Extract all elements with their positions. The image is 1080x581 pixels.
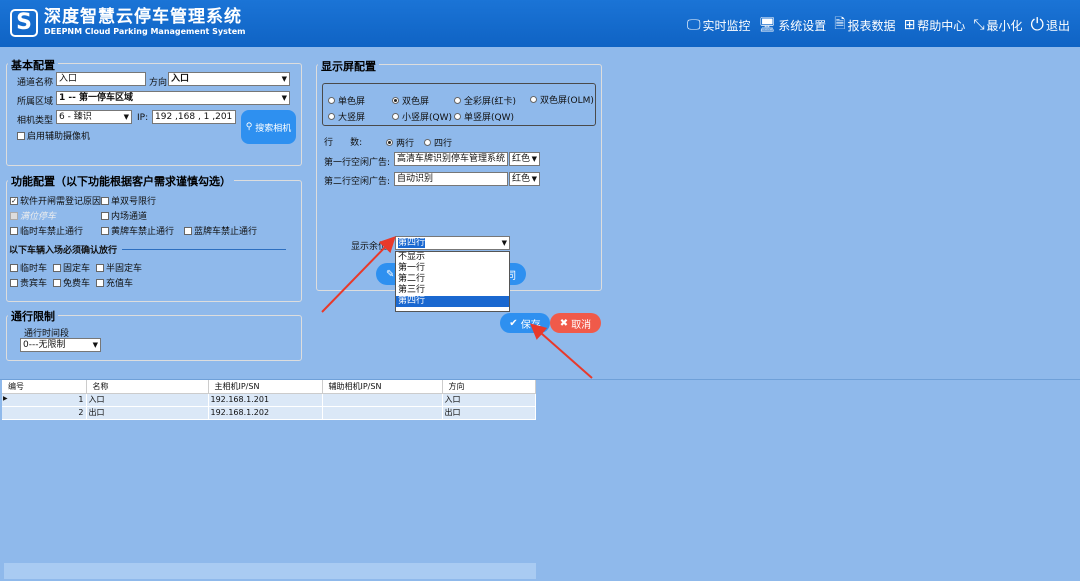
report-icon: 🗎 — [834, 16, 846, 32]
channel-grid: 编号 名称 主相机IP/SN 辅助相机IP/SN 方向 ▶ 1 入口 192.16… — [0, 379, 1080, 581]
col-id[interactable]: 编号 — [2, 380, 87, 394]
nav-label: 帮助中心 — [917, 18, 966, 33]
cell-aux-ip — [322, 406, 443, 420]
top-bar: S 深度智慧云停车管理系统 DEEPNM Cloud Parking Manag… — [0, 0, 1080, 47]
channel-table: 编号 名称 主相机IP/SN 辅助相机IP/SN 方向 ▶ 1 入口 192.16… — [2, 380, 536, 420]
nav-exit[interactable]: ⏻ 退出 — [1031, 13, 1070, 37]
cell-id-text: 1 — [78, 395, 84, 404]
cell-direction: 入口 — [442, 393, 536, 407]
col-name[interactable]: 名称 — [86, 380, 209, 394]
settings-screen-icon: 🖥 — [758, 17, 777, 33]
nav-help-center[interactable]: ⊞ 帮助中心 — [904, 13, 966, 37]
config-panel: 基本配置 通道名称 入口 方向 入口 ▼ 所属区域 1 -- 第一停车区域 ▼ 相机… — [0, 47, 1080, 379]
row-pointer-icon: ▶ — [3, 395, 8, 402]
cell-name: 出口 — [86, 406, 209, 420]
col-direction[interactable]: 方向 — [442, 380, 536, 394]
cell-name: 入口 — [86, 393, 209, 407]
nav-minimize[interactable]: ⤡ 最小化 — [973, 13, 1022, 37]
nav-label: 最小化 — [986, 18, 1023, 33]
cell-main-ip: 192.168.1.202 — [208, 406, 323, 420]
power-icon: ⏻ — [1030, 15, 1044, 35]
nav-label: 系统设置 — [778, 18, 827, 33]
grid-icon: ⊞ — [903, 17, 916, 33]
horizontal-scrollbar[interactable] — [4, 563, 536, 579]
nav-realtime-monitor[interactable]: 🖵 实时监控 — [687, 13, 751, 37]
cell-main-ip: 192.168.1.201 — [208, 393, 323, 407]
cell-aux-ip — [322, 393, 443, 407]
arrow-to-remain-select — [321, 236, 396, 313]
app-subtitle: DEEPNM Cloud Parking Management System — [44, 27, 246, 36]
col-main-ip[interactable]: 主相机IP/SN — [208, 380, 323, 394]
table-row[interactable]: 2 出口 192.168.1.202 出口 — [2, 406, 536, 420]
nav-label: 实时监控 — [702, 18, 751, 33]
table-row[interactable]: ▶ 1 入口 192.168.1.201 入口 — [2, 393, 536, 407]
nav-report-data[interactable]: 🗎 报表数据 — [834, 13, 895, 37]
annotation-arrows — [321, 236, 593, 379]
arrow-to-save — [529, 323, 593, 379]
monitor-icon: 🖵 — [686, 17, 701, 33]
cell-id: 2 — [2, 406, 87, 420]
col-aux-ip[interactable]: 辅助相机IP/SN — [322, 380, 443, 394]
cell-direction: 出口 — [442, 406, 536, 420]
brand: 深度智慧云停车管理系统 DEEPNM Cloud Parking Managem… — [44, 7, 245, 37]
minimize-icon: ⤡ — [973, 17, 985, 33]
app-title: 深度智慧云停车管理系统 — [44, 7, 242, 27]
cell-id: ▶ 1 — [2, 393, 87, 407]
nav-label: 退出 — [1045, 18, 1070, 33]
logo-icon: S — [10, 9, 38, 37]
nav-system-settings[interactable]: 🖥 系统设置 — [758, 13, 826, 37]
top-nav: 🖵 实时监控 🖥 系统设置 🗎 报表数据 ⊞ 帮助中心 ⤡ 最小化 ⏻ 退出 — [687, 13, 1070, 37]
nav-label: 报表数据 — [847, 18, 896, 33]
